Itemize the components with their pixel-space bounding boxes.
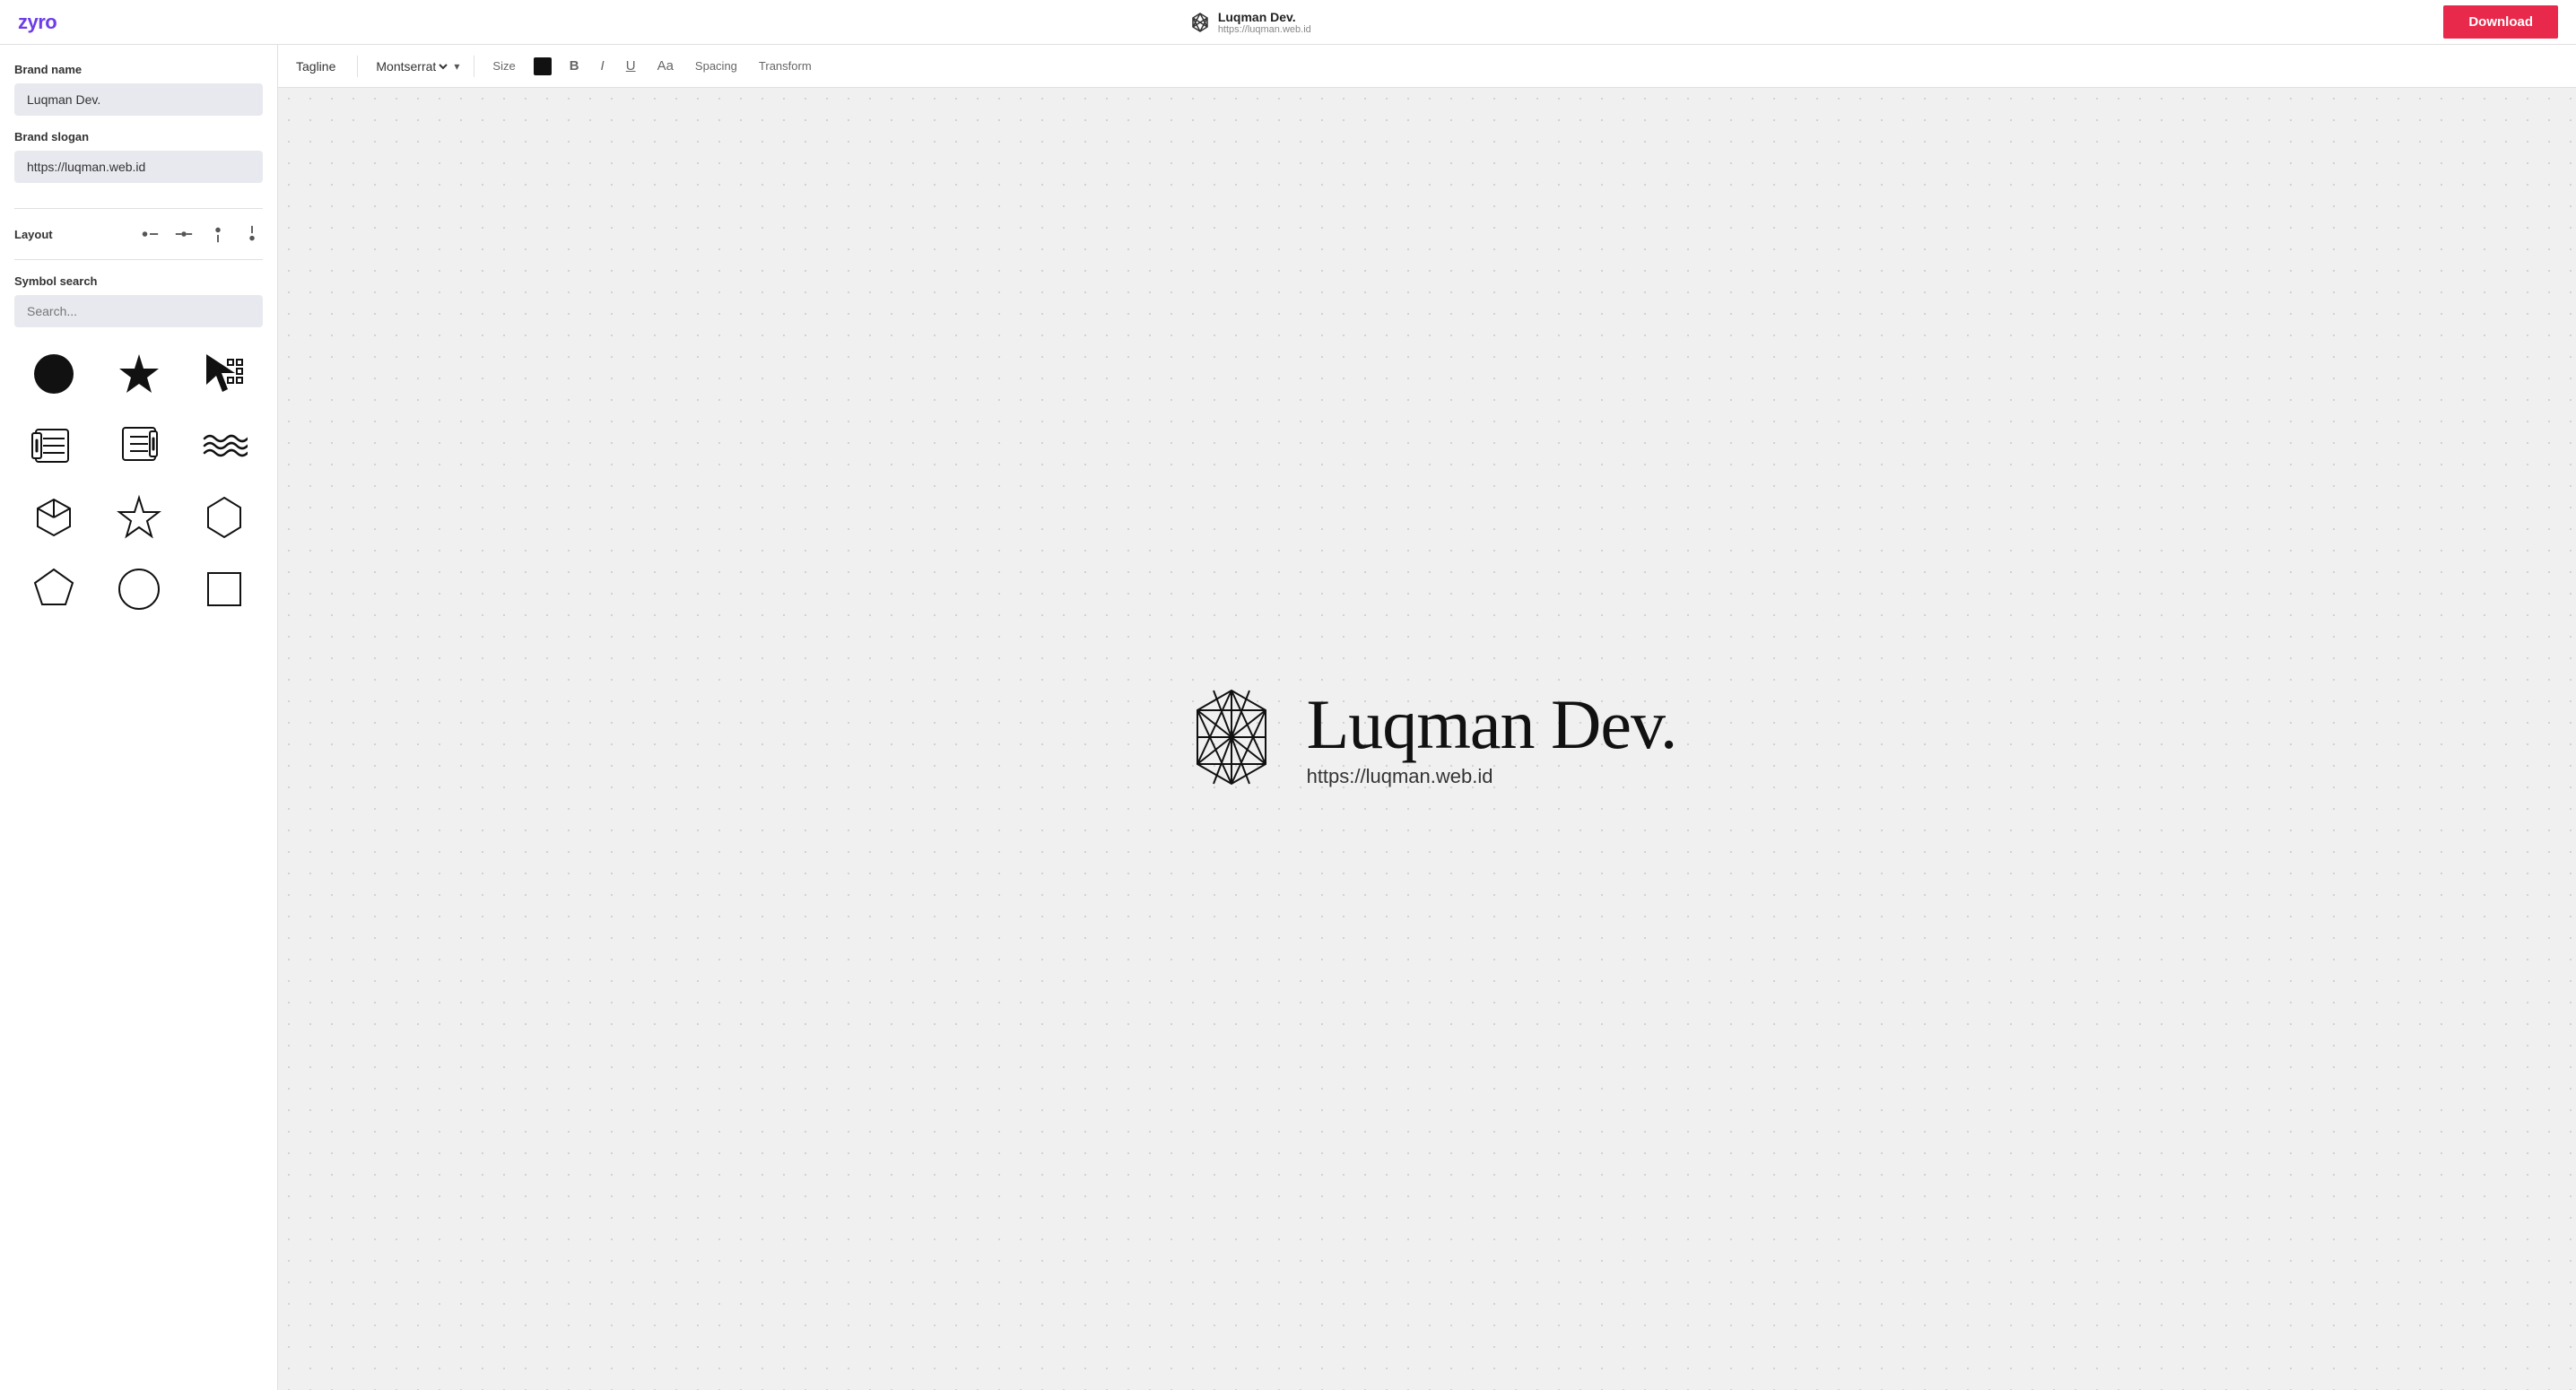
brand-slogan-input[interactable]	[14, 151, 263, 183]
brand-name-label: Brand name	[14, 63, 263, 76]
sidebar: Brand name Brand slogan Layout	[0, 45, 278, 1390]
symbol-scroll-list-2[interactable]	[100, 413, 178, 478]
toolbar: Tagline Montserrat ▾ Size B I U Aa Spaci…	[278, 45, 2576, 88]
symbol-cursor-tool[interactable]	[185, 342, 263, 406]
font-select-wrapper: Montserrat ▾	[372, 58, 459, 74]
sidebar-divider-2	[14, 259, 263, 260]
center-brand-slogan: https://luqman.web.id	[1218, 24, 1311, 35]
center-brand-name: Luqman Dev.	[1218, 10, 1311, 24]
center-logo-area: Luqman Dev. https://luqman.web.id	[1189, 10, 1311, 35]
symbol-circle-filled[interactable]	[14, 342, 92, 406]
preview-brand-name: Luqman Dev.	[1307, 690, 1677, 760]
preview-icon	[1178, 683, 1285, 795]
brand-name-input[interactable]	[14, 83, 263, 116]
brand-slogan-label: Brand slogan	[14, 130, 263, 143]
layout-icons	[139, 223, 263, 245]
symbol-hexagon-outline[interactable]	[185, 485, 263, 550]
symbol-circle-outline[interactable]	[100, 557, 178, 621]
toolbar-sep-1	[357, 56, 358, 77]
canvas-area[interactable]: Luqman Dev. https://luqman.web.id	[278, 88, 2576, 1390]
layout-row: Layout	[14, 223, 263, 245]
symbol-scroll-list-1[interactable]	[14, 413, 92, 478]
main-layout: Brand name Brand slogan Layout	[0, 45, 2576, 1390]
preview-text: Luqman Dev. https://luqman.web.id	[1307, 690, 1677, 788]
symbol-search-input[interactable]	[14, 295, 263, 327]
layout-left-icon[interactable]	[139, 223, 161, 245]
tagline-label: Tagline	[296, 59, 335, 74]
layout-bottom-icon[interactable]	[241, 223, 263, 245]
download-button[interactable]: Download	[2443, 5, 2558, 39]
color-swatch[interactable]	[534, 57, 552, 75]
size-label: Size	[489, 57, 518, 74]
underline-button[interactable]: U	[622, 56, 640, 75]
symbol-star-outline[interactable]	[100, 485, 178, 550]
preview-slogan: https://luqman.web.id	[1307, 765, 1677, 788]
symbol-cube[interactable]	[14, 485, 92, 550]
center-logo-icon	[1189, 12, 1211, 33]
symbol-waves[interactable]	[185, 413, 263, 478]
aa-button[interactable]: Aa	[654, 56, 677, 75]
spacing-button[interactable]: Spacing	[692, 57, 741, 74]
font-chevron-icon: ▾	[454, 60, 459, 73]
symbol-pentagon-outline[interactable]	[14, 557, 92, 621]
app-logo: zyro	[18, 11, 57, 34]
bold-button[interactable]: B	[566, 56, 583, 75]
symbols-grid	[14, 342, 263, 621]
italic-button[interactable]: I	[597, 56, 608, 75]
symbol-star-filled[interactable]	[100, 342, 178, 406]
transform-button[interactable]: Transform	[755, 57, 815, 74]
canvas-wrapper: Tagline Montserrat ▾ Size B I U Aa Spaci…	[278, 45, 2576, 1390]
layout-center-icon[interactable]	[173, 223, 195, 245]
logo-preview: Luqman Dev. https://luqman.web.id	[1178, 683, 1677, 795]
symbol-square-outline[interactable]	[185, 557, 263, 621]
layout-top-icon[interactable]	[207, 223, 229, 245]
top-nav: zyro Luqman Dev. https://luqman.web.id D…	[0, 0, 2576, 45]
layout-label: Layout	[14, 228, 53, 241]
symbol-search-label: Symbol search	[14, 274, 263, 288]
sidebar-divider-1	[14, 208, 263, 209]
font-select[interactable]: Montserrat	[372, 58, 450, 74]
